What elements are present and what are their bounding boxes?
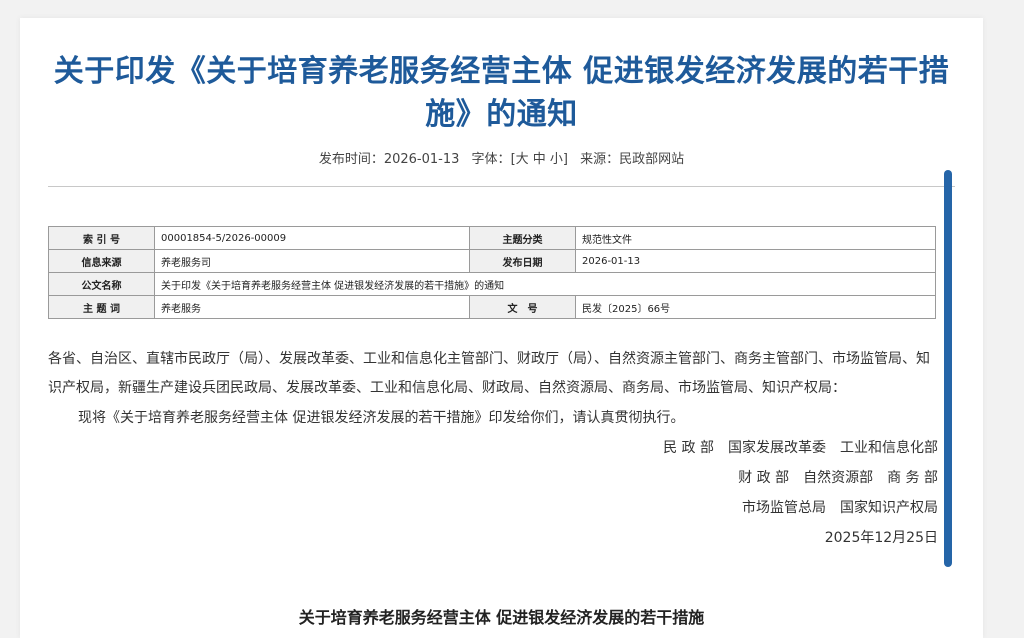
- docno-label: 文 号: [469, 295, 576, 319]
- signature-block: 民 政 部 国家发展改革委 工业和信息化部 财 政 部 自然资源部 商 务 部 …: [48, 433, 938, 553]
- addressees: 各省、自治区、直辖市民政厅（局）、发展改革委、工业和信息化主管部门、财政厅（局）…: [48, 351, 930, 396]
- index-value: 00001854-5/2026-00009: [154, 226, 470, 250]
- article-body: 各省、自治区、直辖市民政厅（局）、发展改革委、工业和信息化主管部门、财政厅（局）…: [48, 345, 938, 553]
- signature-line: 市场监管总局 国家知识产权局: [742, 500, 938, 516]
- publish-time: 发布时间：2026-01-13: [319, 152, 460, 167]
- table-row: 索 引 号 00001854-5/2026-00009 主题分类 规范性文件: [48, 226, 936, 250]
- font-label: 字体：: [471, 152, 511, 167]
- article-title: 关于印发《关于培育养老服务经营主体 促进银发经济发展的若干措施》的通知: [53, 54, 950, 132]
- table-row: 主 题 词 养老服务 文 号 民发〔2025〕66号: [48, 295, 936, 319]
- docno-value: 民发〔2025〕66号: [575, 295, 936, 319]
- article-meta: 发布时间：2026-01-13 字体：[大 中 小] 来源：民政部网站: [48, 148, 955, 167]
- notice-paragraph: 现将《关于培育养老服务经营主体 促进银发经济发展的若干措施》印发给你们，请认真贯…: [78, 410, 685, 426]
- measures-subtitle: 关于培育养老服务经营主体 促进银发经济发展的若干措施: [298, 608, 705, 627]
- keyword-label: 主 题 词: [48, 295, 155, 319]
- topic-label: 主题分类: [469, 226, 576, 250]
- signature-date: 2025年12月25日: [824, 530, 938, 546]
- doc-name-value: 关于印发《关于培育养老服务经营主体 促进银发经济发展的若干措施》的通知: [154, 272, 936, 296]
- origin-value: 养老服务司: [154, 249, 470, 273]
- keyword-value: 养老服务: [154, 295, 470, 319]
- table-row: 公文名称 关于印发《关于培育养老服务经营主体 促进银发经济发展的若干措施》的通知: [48, 272, 936, 296]
- font-size-control: 字体：[大 中 小]: [472, 152, 568, 167]
- article-page: 关于印发《关于培育养老服务经营主体 促进银发经济发展的若干措施》的通知 发布时间…: [20, 18, 983, 638]
- signature-line: 财 政 部 自然资源部 商 务 部: [738, 470, 938, 486]
- index-label: 索 引 号: [48, 226, 155, 250]
- publish-date: 2026-01-13: [383, 152, 460, 167]
- scrollbar-thumb[interactable]: [944, 170, 952, 567]
- header-divider: [48, 186, 955, 187]
- table-row: 信息来源 养老服务司 发布日期 2026-01-13: [48, 249, 936, 273]
- source-value: 民政部网站: [619, 152, 685, 167]
- font-size-options[interactable]: [大 中 小]: [511, 152, 568, 167]
- publish-label: 发布时间：: [318, 152, 384, 167]
- signature-line: 民 政 部 国家发展改革委 工业和信息化部: [663, 440, 938, 456]
- source-info: 来源：民政部网站: [580, 152, 684, 167]
- doc-name-label: 公文名称: [48, 272, 155, 296]
- origin-label: 信息来源: [48, 249, 155, 273]
- source-label: 来源：: [580, 152, 620, 167]
- document-info-table: 索 引 号 00001854-5/2026-00009 主题分类 规范性文件 信…: [48, 226, 936, 319]
- date-label: 发布日期: [469, 249, 576, 273]
- topic-value: 规范性文件: [575, 226, 936, 250]
- date-value: 2026-01-13: [575, 249, 936, 273]
